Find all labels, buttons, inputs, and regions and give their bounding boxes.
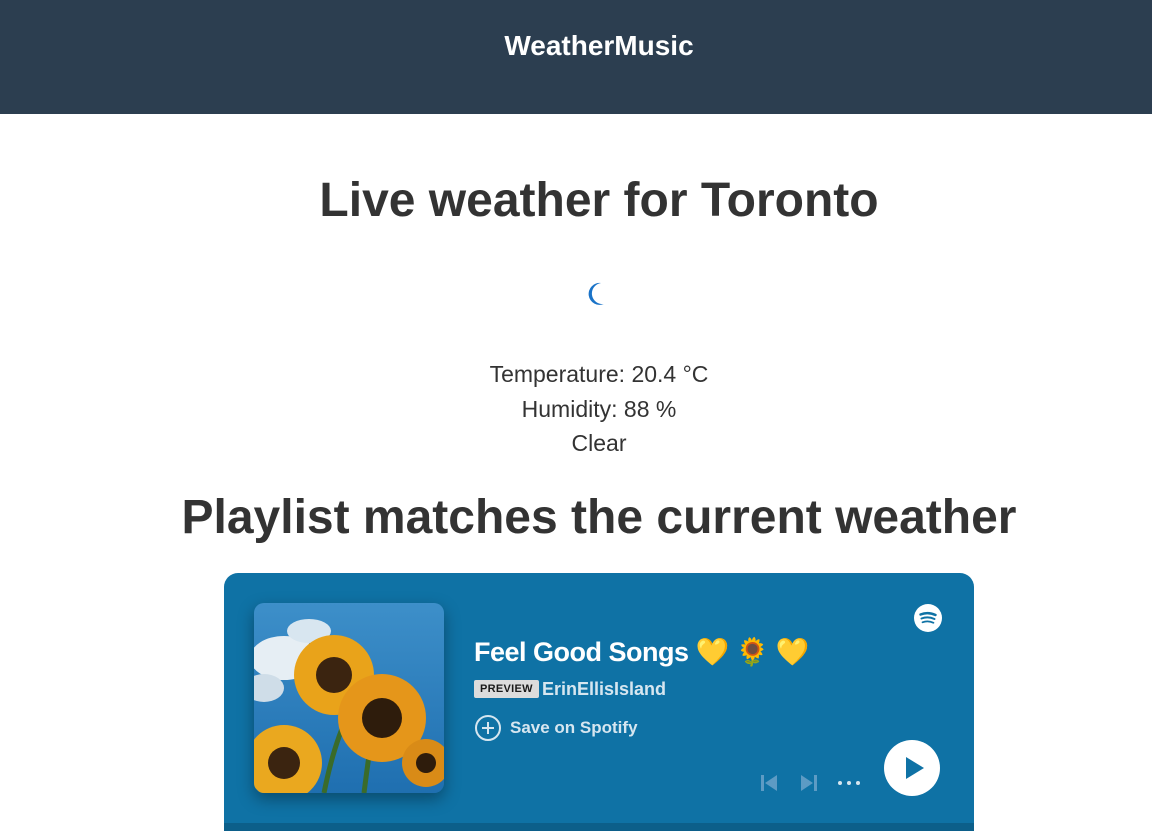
play-button[interactable]: [884, 740, 940, 796]
playlist-name[interactable]: Feel Good Songs 💛 🌻 💛: [474, 633, 809, 671]
save-on-spotify-button[interactable]: Save on Spotify: [474, 714, 638, 742]
plus-circle-icon: [474, 714, 502, 742]
save-label: Save on Spotify: [510, 718, 638, 737]
skip-next-icon[interactable]: [798, 772, 820, 794]
more-options-icon[interactable]: [836, 772, 862, 794]
spotify-embed-player[interactable]: Feel Good Songs 💛 🌻 💛 PREVIEW ErinEllisI…: [224, 573, 974, 831]
condition-text: Clear: [571, 430, 627, 456]
play-icon: [906, 757, 924, 779]
spotify-logo-icon[interactable]: [914, 604, 942, 632]
skip-previous-icon[interactable]: [758, 772, 780, 794]
brand-title[interactable]: WeatherMusic: [0, 28, 1152, 64]
playlist-owner-link[interactable]: ErinEllisIsland: [542, 677, 666, 701]
embed-bottom-strip: [224, 823, 974, 831]
preview-badge: PREVIEW: [474, 680, 539, 698]
playlist-heading: Playlist matches the current weather: [181, 491, 1017, 544]
crescent-moon-icon: [582, 279, 612, 309]
weather-heading: Live weather for Toronto: [319, 174, 879, 227]
temperature-text: Temperature: 20.4 °C: [489, 361, 709, 387]
playlist-cover-image[interactable]: [254, 603, 444, 793]
top-navbar: WeatherMusic: [0, 0, 1152, 114]
humidity-text: Humidity: 88 %: [521, 396, 677, 422]
